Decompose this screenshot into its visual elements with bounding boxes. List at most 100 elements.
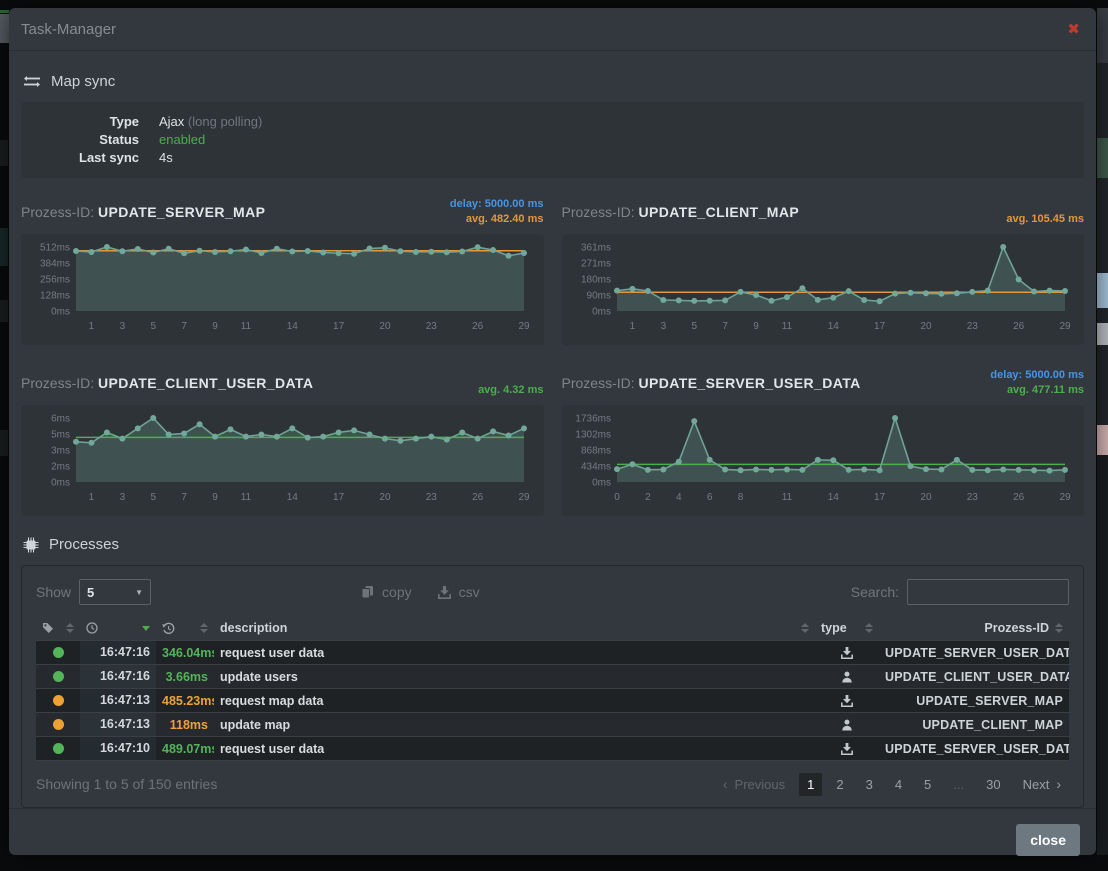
svg-text:11: 11 [781, 321, 792, 332]
search-label: Search: [851, 584, 899, 600]
server-download-icon [841, 695, 853, 707]
type-value: Ajax (long polling) [159, 113, 262, 131]
table-row: 16:47:16 346.04ms request user data UPDA… [36, 641, 1069, 665]
svg-text:3ms: 3ms [51, 446, 70, 457]
close-button[interactable]: close [1016, 824, 1080, 856]
pagination-page[interactable]: 2 [828, 773, 851, 796]
header-status[interactable] [36, 622, 80, 634]
svg-text:6ms: 6ms [51, 414, 70, 425]
delay-label: delay: 5000.00 ms [990, 368, 1084, 383]
svg-text:1: 1 [89, 492, 95, 503]
svg-text:128ms: 128ms [40, 291, 70, 302]
sort-desc-active-icon [142, 626, 150, 631]
pagination-page[interactable]: 5 [916, 773, 939, 796]
server-download-icon [841, 647, 853, 659]
row-description: update map [214, 718, 815, 732]
row-duration: 489.07ms [156, 742, 214, 756]
backdrop-fragment [0, 10, 9, 13]
page-size-select[interactable]: 5 ▼ [79, 579, 151, 605]
last-sync-label: Last sync [21, 149, 139, 167]
chart-title: Prozess-ID: UPDATE_CLIENT_USER_DATA [21, 375, 313, 391]
status-dot [53, 647, 64, 658]
header-type[interactable]: type [815, 621, 879, 635]
row-description: request user data [214, 646, 815, 660]
delay-label [478, 368, 543, 383]
map-sync-type-row: Type Ajax (long polling) [21, 113, 1084, 131]
svg-text:3: 3 [120, 492, 126, 503]
header-process-id[interactable]: Prozess-ID [879, 621, 1069, 635]
pagination-next[interactable]: Next › [1015, 772, 1069, 796]
svg-text:180ms: 180ms [580, 275, 610, 286]
sort-icons [865, 623, 873, 633]
chart-title: Prozess-ID: UPDATE_SERVER_USER_DATA [562, 375, 861, 391]
svg-text:1736ms: 1736ms [575, 414, 611, 425]
svg-text:9: 9 [212, 321, 218, 332]
chevron-down-icon: ▼ [135, 588, 143, 597]
backdrop-fragment [1097, 178, 1108, 273]
svg-text:3: 3 [660, 321, 666, 332]
row-duration: 485.23ms [156, 694, 214, 708]
backdrop-fragment [0, 228, 8, 266]
csv-button[interactable]: csv [438, 584, 480, 600]
header-time[interactable] [80, 622, 156, 634]
svg-text:434ms: 434ms [580, 462, 610, 473]
row-time: 16:47:16 [80, 665, 156, 688]
chart-update-server-user-data: 1736ms1302ms868ms434ms0ms024681114172023… [567, 408, 1073, 508]
table-controls: Show 5 ▼ copy [36, 578, 1069, 606]
svg-text:361ms: 361ms [580, 243, 610, 254]
svg-text:29: 29 [1059, 492, 1071, 503]
search-input[interactable] [907, 579, 1069, 605]
row-type [815, 719, 879, 731]
chart-panel: 361ms271ms180ms90ms0ms135791114172023262… [562, 234, 1085, 345]
header-duration[interactable] [156, 622, 214, 635]
pagination-previous[interactable]: ‹ Previous [715, 772, 793, 796]
modal-body: Map sync Type Ajax (long polling) Status… [9, 51, 1096, 808]
table-row: 16:47:16 3.66ms update users UPDATE_CLIE… [36, 665, 1069, 689]
svg-text:6: 6 [706, 492, 712, 503]
svg-text:11: 11 [781, 492, 792, 503]
type-label: Type [21, 113, 139, 131]
table-footer: Showing 1 to 5 of 150 entries ‹ Previous… [36, 771, 1069, 797]
processes-table: description type Prozess-ID 16:47 [36, 616, 1069, 761]
tag-icon [42, 622, 54, 634]
task-manager-modal: Task-Manager ✖ Map sync Type Ajax (long … [9, 8, 1096, 855]
pagination: ‹ Previous 1 2 3 4 5 ... 30 Next › [715, 772, 1069, 796]
chart-cell-update-client-map: Prozess-ID: UPDATE_CLIENT_MAP avg. 105.4… [562, 194, 1085, 345]
row-description: request map data [214, 694, 815, 708]
svg-text:7: 7 [181, 321, 187, 332]
status-dot [53, 695, 64, 706]
svg-text:384ms: 384ms [40, 259, 70, 270]
svg-text:17: 17 [333, 492, 345, 503]
svg-text:20: 20 [379, 492, 391, 503]
table-summary: Showing 1 to 5 of 150 entries [36, 776, 217, 792]
chart-panel: 6ms5ms3ms2ms0ms1357911141720232629 [21, 405, 544, 516]
svg-text:0ms: 0ms [51, 478, 70, 489]
processes-heading: Processes [23, 536, 1084, 553]
svg-text:5: 5 [150, 321, 156, 332]
copy-button[interactable]: copy [361, 584, 412, 600]
backdrop-fragment [0, 300, 8, 322]
svg-text:17: 17 [333, 321, 345, 332]
copy-icon [361, 585, 374, 599]
pagination-page[interactable]: 1 [799, 773, 822, 796]
header-description[interactable]: description [214, 621, 815, 635]
svg-text:14: 14 [287, 321, 299, 332]
close-icon[interactable]: ✖ [1067, 22, 1080, 37]
download-icon [438, 586, 451, 599]
backdrop-fragment [1097, 425, 1108, 455]
pagination-page[interactable]: 3 [858, 773, 881, 796]
svg-text:17: 17 [874, 492, 886, 503]
chart-cell-update-server-user-data: Prozess-ID: UPDATE_SERVER_USER_DATA dela… [562, 365, 1085, 516]
pagination-page[interactable]: 4 [887, 773, 910, 796]
svg-text:5ms: 5ms [51, 430, 70, 441]
backdrop-scrollbar[interactable] [1097, 8, 1108, 63]
client-user-icon [841, 671, 853, 683]
pagination-page[interactable]: 30 [978, 773, 1008, 796]
history-icon [162, 622, 175, 635]
modal-title: Task-Manager [21, 21, 116, 38]
svg-text:14: 14 [287, 492, 299, 503]
svg-text:2ms: 2ms [51, 462, 70, 473]
row-process-id: UPDATE_SERVER_USER_DATA [879, 646, 1069, 660]
table-row: 16:47:13 485.23ms request map data UPDAT… [36, 689, 1069, 713]
chart-panel: 1736ms1302ms868ms434ms0ms024681114172023… [562, 405, 1085, 516]
